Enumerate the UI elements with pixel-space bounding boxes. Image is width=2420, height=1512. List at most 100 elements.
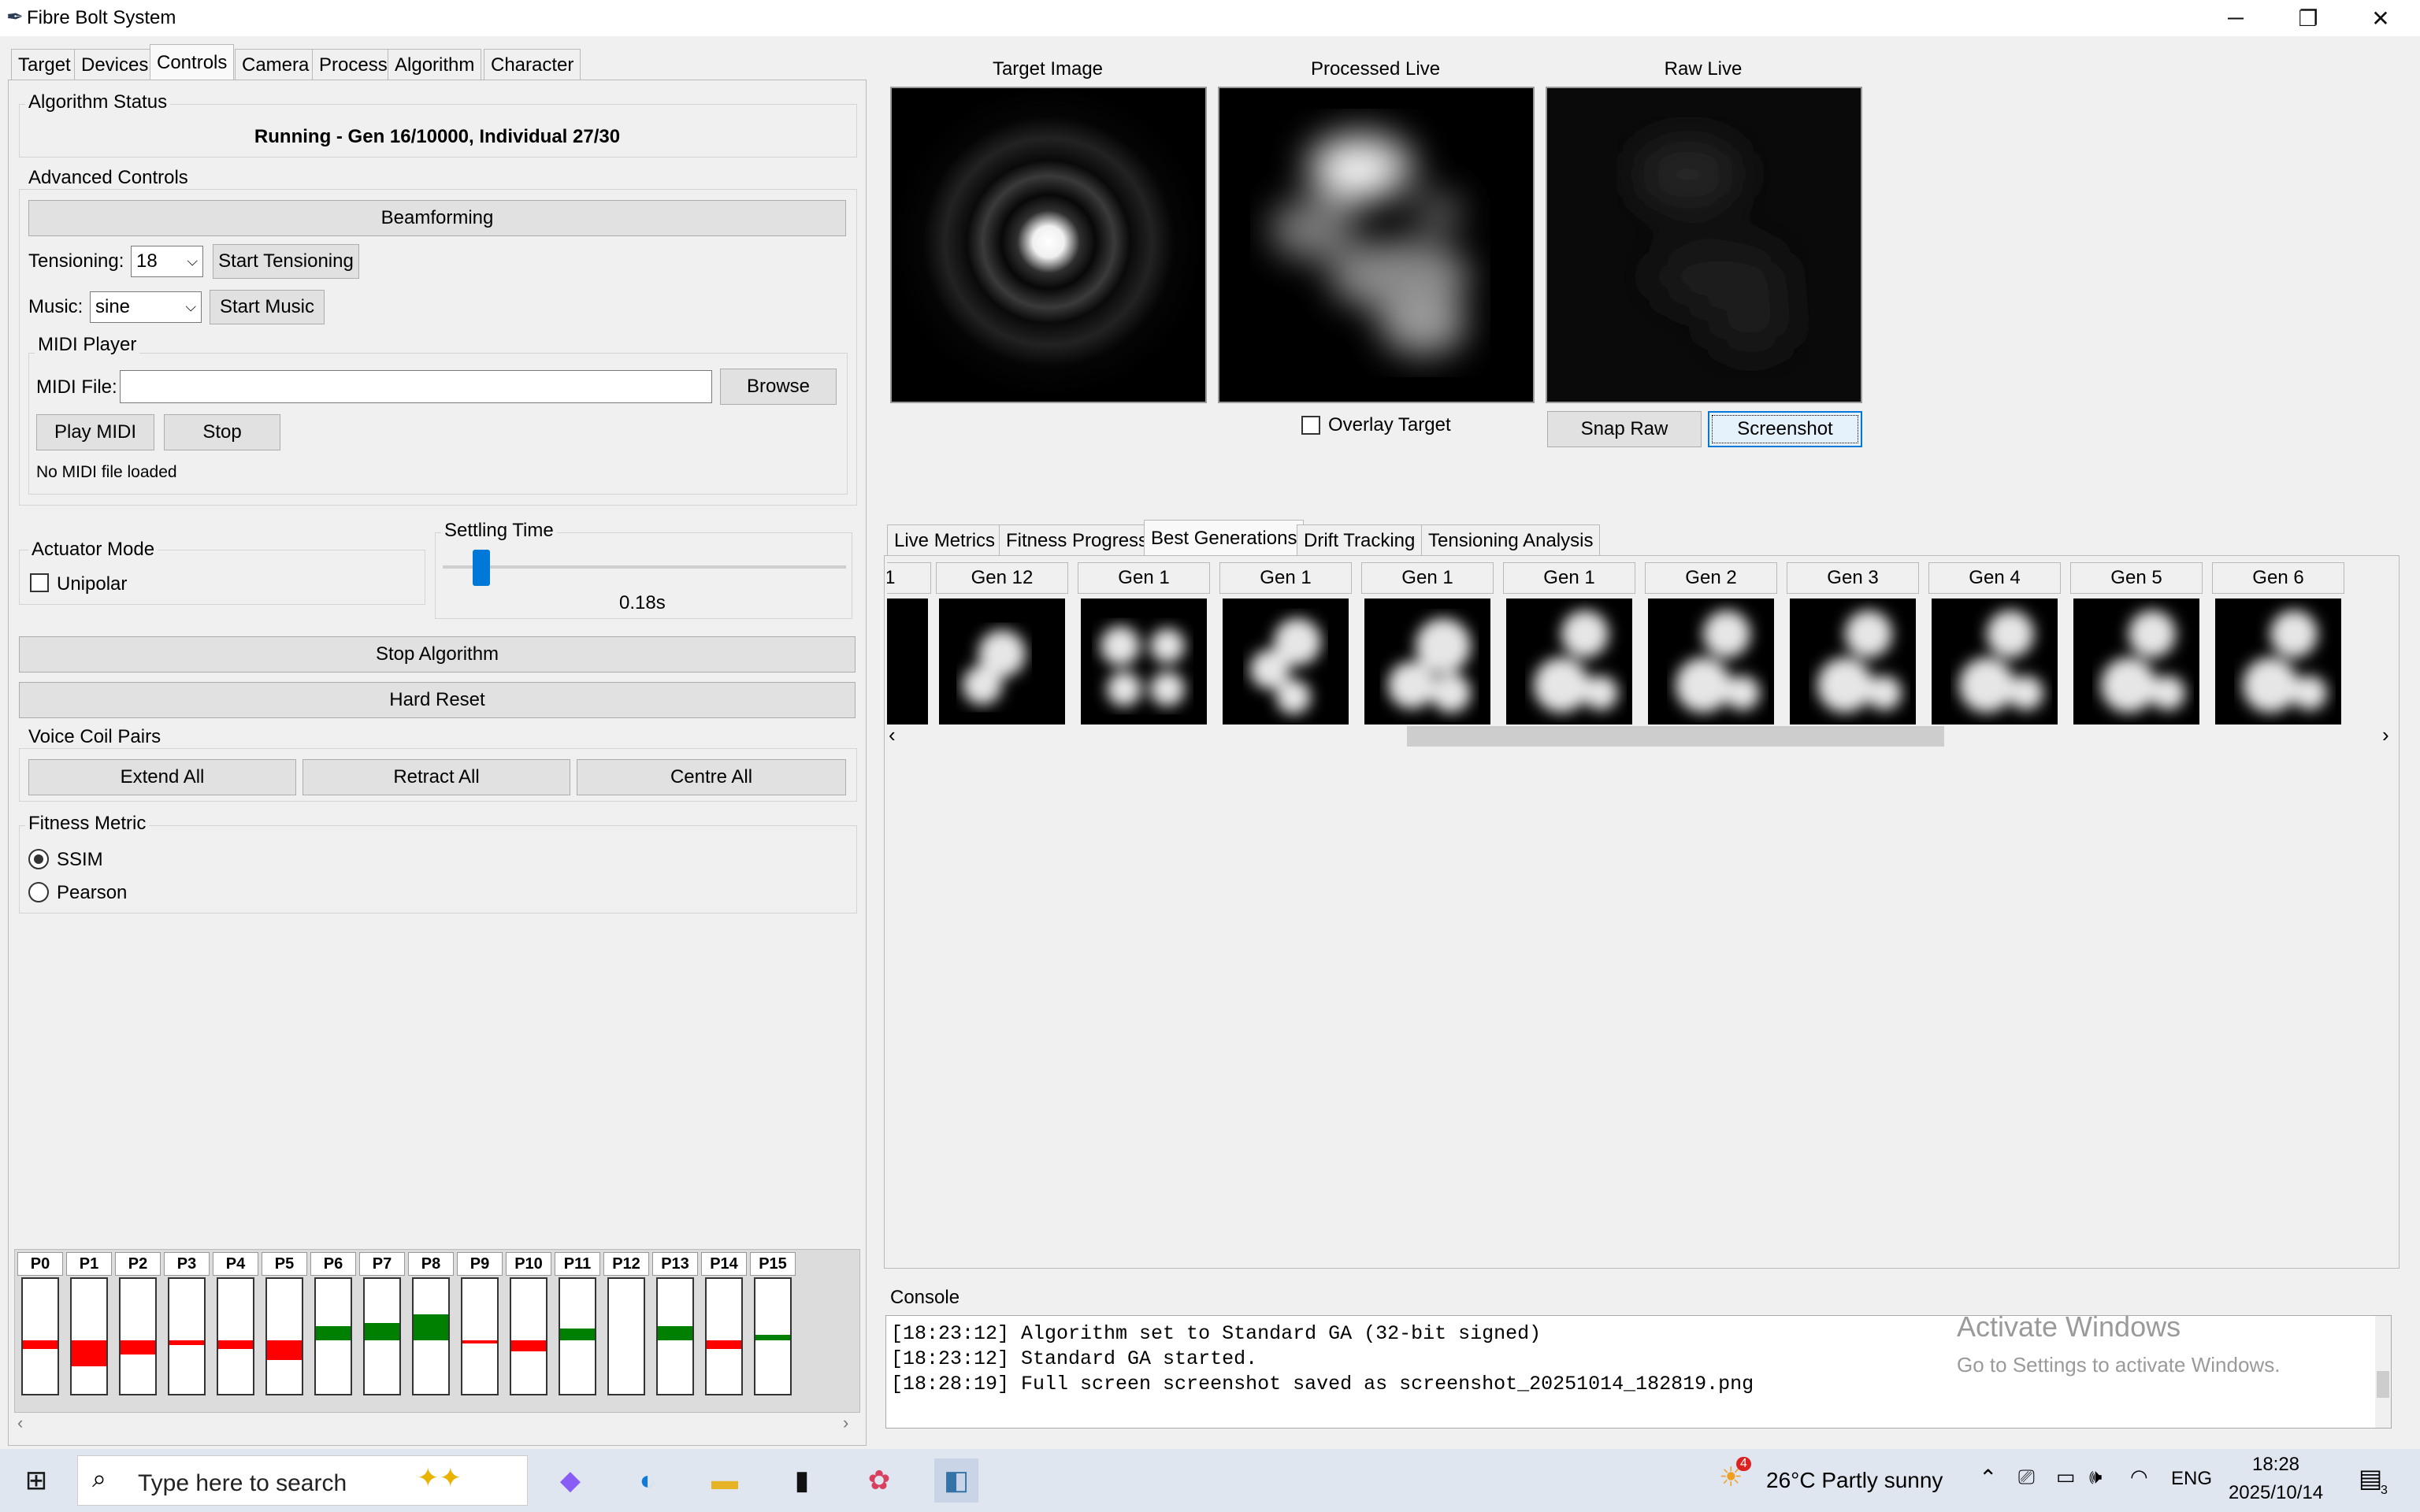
start-tensioning-button[interactable]: Start Tensioning	[213, 244, 359, 279]
pair-fill	[511, 1340, 546, 1352]
stop-algorithm-button[interactable]: Stop Algorithm	[19, 636, 856, 673]
centre-all-button[interactable]: Centre All	[577, 759, 846, 795]
generation-thumbnail[interactable]: Gen 11	[887, 562, 931, 724]
generation-thumbnail[interactable]: Gen 1	[1503, 562, 1635, 724]
restore-button[interactable]: ❐	[2272, 0, 2344, 36]
target-image-title: Target Image	[992, 58, 1104, 80]
pearson-radio[interactable]	[28, 882, 49, 902]
midi-stop-button[interactable]: Stop	[164, 414, 280, 450]
play-midi-button[interactable]: Play MIDI	[36, 414, 154, 450]
clock-time[interactable]: 18:28	[2233, 1454, 2319, 1476]
generation-image	[1081, 598, 1207, 724]
tab-target[interactable]: Target	[11, 49, 78, 80]
python-app-icon[interactable]: ◧	[934, 1458, 978, 1503]
raw-live-image	[1546, 87, 1862, 403]
console-line: [18:23:12] Algorithm set to Standard GA …	[891, 1322, 1542, 1345]
screenshot-button[interactable]: Screenshot	[1708, 411, 1862, 447]
tensioning-select[interactable]: 18 ⌵	[131, 246, 203, 277]
scrollbar-thumb[interactable]	[1407, 726, 1944, 747]
generation-image	[1790, 598, 1916, 724]
tab-character[interactable]: Character	[484, 49, 581, 80]
wifi-icon[interactable]: ◠	[2130, 1465, 2148, 1489]
generation-thumbnail[interactable]: Gen 2	[1645, 562, 1777, 724]
pair-fill	[121, 1340, 155, 1355]
pair-track	[461, 1277, 499, 1395]
retract-all-button[interactable]: Retract All	[302, 759, 570, 795]
generation-label: Gen 5	[2070, 562, 2203, 594]
copilot-icon[interactable]: ◆	[548, 1458, 592, 1503]
hard-reset-button[interactable]: Hard Reset	[19, 682, 856, 718]
generation-label: Gen 6	[2212, 562, 2344, 594]
minimize-button[interactable]: ─	[2199, 0, 2272, 36]
generation-thumbnail[interactable]: Gen 1	[1078, 562, 1210, 724]
generation-label: Gen 1	[1361, 562, 1494, 594]
tab-process[interactable]: Process	[312, 49, 395, 80]
tab-devices[interactable]: Devices	[74, 49, 156, 80]
settling-time-label: Settling Time	[441, 520, 557, 542]
tab-camera[interactable]: Camera	[235, 49, 317, 80]
feather-app-icon[interactable]: ✿	[857, 1458, 901, 1503]
generation-label: Gen 1	[1078, 562, 1210, 594]
chevron-up-icon[interactable]: ⌃	[1979, 1465, 1997, 1491]
generation-image	[2215, 598, 2341, 724]
generation-thumbnail[interactable]: Gen 1	[1361, 562, 1494, 724]
music-select[interactable]: sine ⌵	[90, 291, 202, 323]
music-value: sine	[95, 296, 131, 317]
language-indicator[interactable]: ENG	[2171, 1468, 2212, 1490]
pair-scrollbar[interactable]: ‹ ›	[14, 1413, 859, 1433]
generation-thumbnail[interactable]: Gen 6	[2212, 562, 2344, 724]
network-icon[interactable]: ⎚	[2018, 1465, 2035, 1490]
scroll-right-icon[interactable]: ›	[843, 1413, 848, 1433]
close-button[interactable]: ✕	[2344, 0, 2417, 36]
battery-icon[interactable]: ▭	[2056, 1465, 2076, 1489]
console-line: [18:23:12] Standard GA started.	[891, 1347, 1258, 1370]
console-scroll-thumb[interactable]	[2377, 1371, 2389, 1398]
edge-browser-icon[interactable]: ◐	[625, 1458, 670, 1503]
browse-button[interactable]: Browse	[720, 369, 837, 405]
tab-algorithm[interactable]: Algorithm	[388, 49, 482, 80]
beamforming-button[interactable]: Beamforming	[28, 200, 846, 236]
generation-thumbnail[interactable]: Gen 5	[2070, 562, 2203, 724]
start-music-button[interactable]: Start Music	[210, 290, 325, 324]
midi-file-input[interactable]	[120, 370, 712, 403]
volume-icon[interactable]: 🕪	[2089, 1465, 2102, 1490]
pair-fill	[316, 1325, 351, 1340]
settling-slider-track[interactable]	[443, 565, 846, 569]
generation-thumbnail[interactable]: Gen 4	[1928, 562, 2061, 724]
settling-slider-thumb[interactable]	[473, 550, 490, 586]
tab-live-metrics[interactable]: Live Metrics	[887, 524, 1003, 556]
pair-track	[412, 1277, 450, 1395]
extend-all-button[interactable]: Extend All	[28, 759, 296, 795]
windows-start-icon[interactable]: ⊞	[14, 1458, 58, 1503]
generation-thumbnail[interactable]: Gen 3	[1787, 562, 1919, 724]
ssim-radio[interactable]	[28, 849, 49, 869]
unipolar-checkbox[interactable]	[30, 573, 49, 592]
terminal-icon[interactable]: ▮	[780, 1458, 824, 1503]
generation-thumbnail[interactable]: Gen 1	[1219, 562, 1352, 724]
tab-fitness-progress[interactable]: Fitness Progress	[999, 524, 1156, 556]
snap-raw-button[interactable]: Snap Raw	[1547, 411, 1702, 447]
tab-drift-tracking[interactable]: Drift Tracking	[1297, 524, 1423, 556]
generation-image	[887, 598, 928, 724]
notification-icon[interactable]: ▤	[2359, 1463, 2382, 1493]
generation-thumbnail[interactable]: Gen 12	[936, 562, 1068, 724]
pair-bar: P14	[701, 1252, 747, 1395]
scroll-left-icon[interactable]: ‹	[17, 1413, 23, 1433]
tab-controls[interactable]: Controls	[150, 44, 235, 80]
console-scrollbar[interactable]	[2375, 1316, 2391, 1428]
tab-tensioning-analysis[interactable]: Tensioning Analysis	[1421, 524, 1601, 556]
tab-best-generations[interactable]: Best Generations	[1144, 520, 1305, 556]
pair-fill	[169, 1340, 204, 1345]
weather-text[interactable]: 26°C Partly sunny	[1766, 1468, 1943, 1493]
fitness-metric-label: Fitness Metric	[25, 813, 150, 835]
pair-fill	[560, 1329, 595, 1340]
generation-scrollbar[interactable]: ‹ ›	[889, 723, 2395, 747]
activate-windows-subtitle: Go to Settings to activate Windows.	[1957, 1353, 2281, 1377]
overlay-target-checkbox[interactable]	[1301, 416, 1320, 435]
clock-date[interactable]: 2025/10/14	[2225, 1482, 2327, 1504]
raw-live-title: Raw Live	[1664, 58, 1743, 80]
taskbar-search-box[interactable]: ⌕ Type here to search ✦✦	[77, 1455, 528, 1506]
scroll-left-icon[interactable]: ‹	[889, 723, 896, 747]
file-explorer-icon[interactable]: ▬	[703, 1458, 747, 1503]
scroll-right-icon[interactable]: ›	[2382, 723, 2389, 747]
